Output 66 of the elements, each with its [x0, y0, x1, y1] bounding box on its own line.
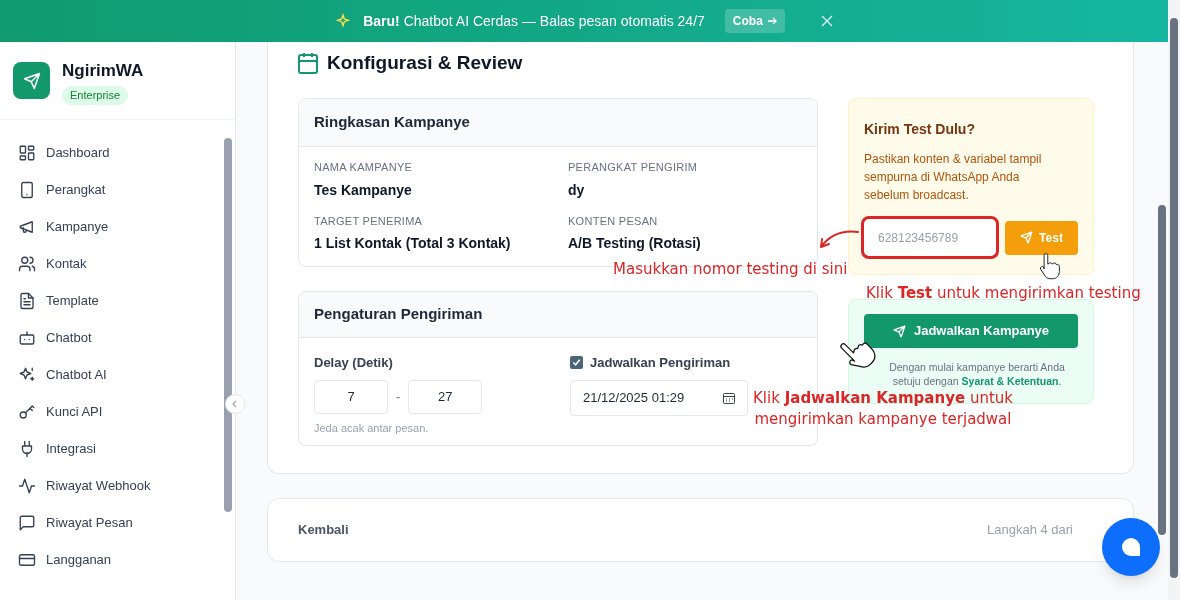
activity-icon [18, 476, 36, 495]
terms-note: Dengan mulai kampanye berarti Anda setuju dengan Syarat & Ketentuan. [888, 360, 1066, 388]
nav-item[interactable]: Integrasi [18, 430, 198, 467]
field-value: 1 List Kontak (Total 3 Kontak) [314, 234, 512, 253]
nav-item[interactable]: Kampanye [18, 208, 198, 245]
delay-max-field[interactable]: 27 [408, 379, 483, 414]
nav-item[interactable]: Dashboard [18, 134, 198, 171]
annotation-text: Klik Jadwalkan Kampanye untuk mengirimkan kampanye terjadwal [752, 388, 1014, 430]
schedule-campaign-button[interactable]: Jadwalkan Kampanye [864, 314, 1078, 348]
annotation-text: Klik Test untuk mengirimkan testing [866, 283, 1141, 304]
hint-text: Jeda acak antar pesan. [314, 420, 430, 436]
page-title: Konfigurasi & Review [327, 50, 523, 75]
field-value: A/B Testing (Rotasi) [568, 234, 702, 253]
calendar-icon [298, 52, 318, 74]
chevron-left-icon [231, 400, 239, 408]
key-icon [18, 402, 36, 421]
section-title: Pengaturan Pengiriman [314, 304, 483, 325]
nav-item[interactable]: Kontak [18, 245, 198, 282]
range-separator: - [396, 387, 401, 406]
field-label: Delay (Detik) [314, 354, 394, 372]
nav-item[interactable]: Chatbot AI [18, 356, 198, 393]
sparkle-icon [335, 13, 352, 29]
grid-icon [18, 143, 36, 162]
message-icon [18, 513, 36, 532]
field-label: PERANGKAT PENGIRIM [568, 160, 699, 175]
field-label: TARGET PENERIMA [314, 213, 424, 229]
schedule-checkbox[interactable] [570, 356, 583, 370]
robot-icon [18, 328, 36, 347]
chat-button[interactable] [1102, 518, 1160, 576]
calendar-icon[interactable] [723, 391, 735, 404]
close-icon[interactable] [820, 15, 833, 27]
nav-item[interactable]: Riwayat Pesan [18, 504, 198, 541]
section-title: Ringkasan Kampanye [314, 112, 470, 133]
back-button[interactable]: Kembali [298, 520, 349, 540]
nav-item[interactable]: Perangkat [18, 171, 198, 208]
field-label: NAMA KAMPANYE [314, 160, 414, 175]
field-value: Tes Kampanye [314, 180, 413, 200]
pointing-hand-icon [1038, 253, 1060, 280]
nav-item[interactable]: Template [18, 282, 198, 319]
logo-icon [13, 62, 50, 99]
card-title: Kirim Test Dulu? [864, 120, 976, 139]
send-icon [1020, 231, 1034, 244]
phone-input-field[interactable]: 628123456789 [861, 216, 999, 259]
phone-icon [18, 180, 36, 199]
card-description: Pastikan konten & variabel tampil sempurna di WhatsApp Anda sebelum broadcast. [864, 151, 1043, 204]
step-indicator: Langkah 4 dari [987, 521, 1073, 540]
banner-text: Baru! Chatbot AI Cerdas — Balas pesan otomatis 24/7 [363, 11, 705, 31]
annotation-text: Masukkan nomor testing di sini [613, 259, 848, 280]
brand-name: NgirimWA [62, 61, 144, 81]
plan-badge: Enterprise [62, 86, 129, 105]
arrow-icon [766, 16, 777, 26]
users-icon [18, 254, 36, 273]
field-label: KONTEN PESAN [568, 213, 659, 229]
nav-item[interactable]: Chatbot [18, 319, 198, 356]
date-field[interactable]: 21/12/2025 01:29 [570, 379, 748, 416]
delay-min-field[interactable]: 7 [314, 379, 388, 414]
document-icon [18, 291, 36, 310]
chat-bubble-icon [1120, 537, 1142, 557]
nav-item[interactable]: Langganan [18, 541, 198, 578]
sparkles-icon [18, 365, 36, 384]
nav-item[interactable]: Kunci API [18, 393, 198, 430]
checkbox-label: Jadwalkan Pengiriman [590, 354, 731, 372]
annotation-arrow [817, 228, 859, 250]
nav-item[interactable]: Riwayat Webhook [18, 467, 198, 504]
field-value: dy [568, 180, 586, 200]
send-icon [892, 324, 906, 338]
